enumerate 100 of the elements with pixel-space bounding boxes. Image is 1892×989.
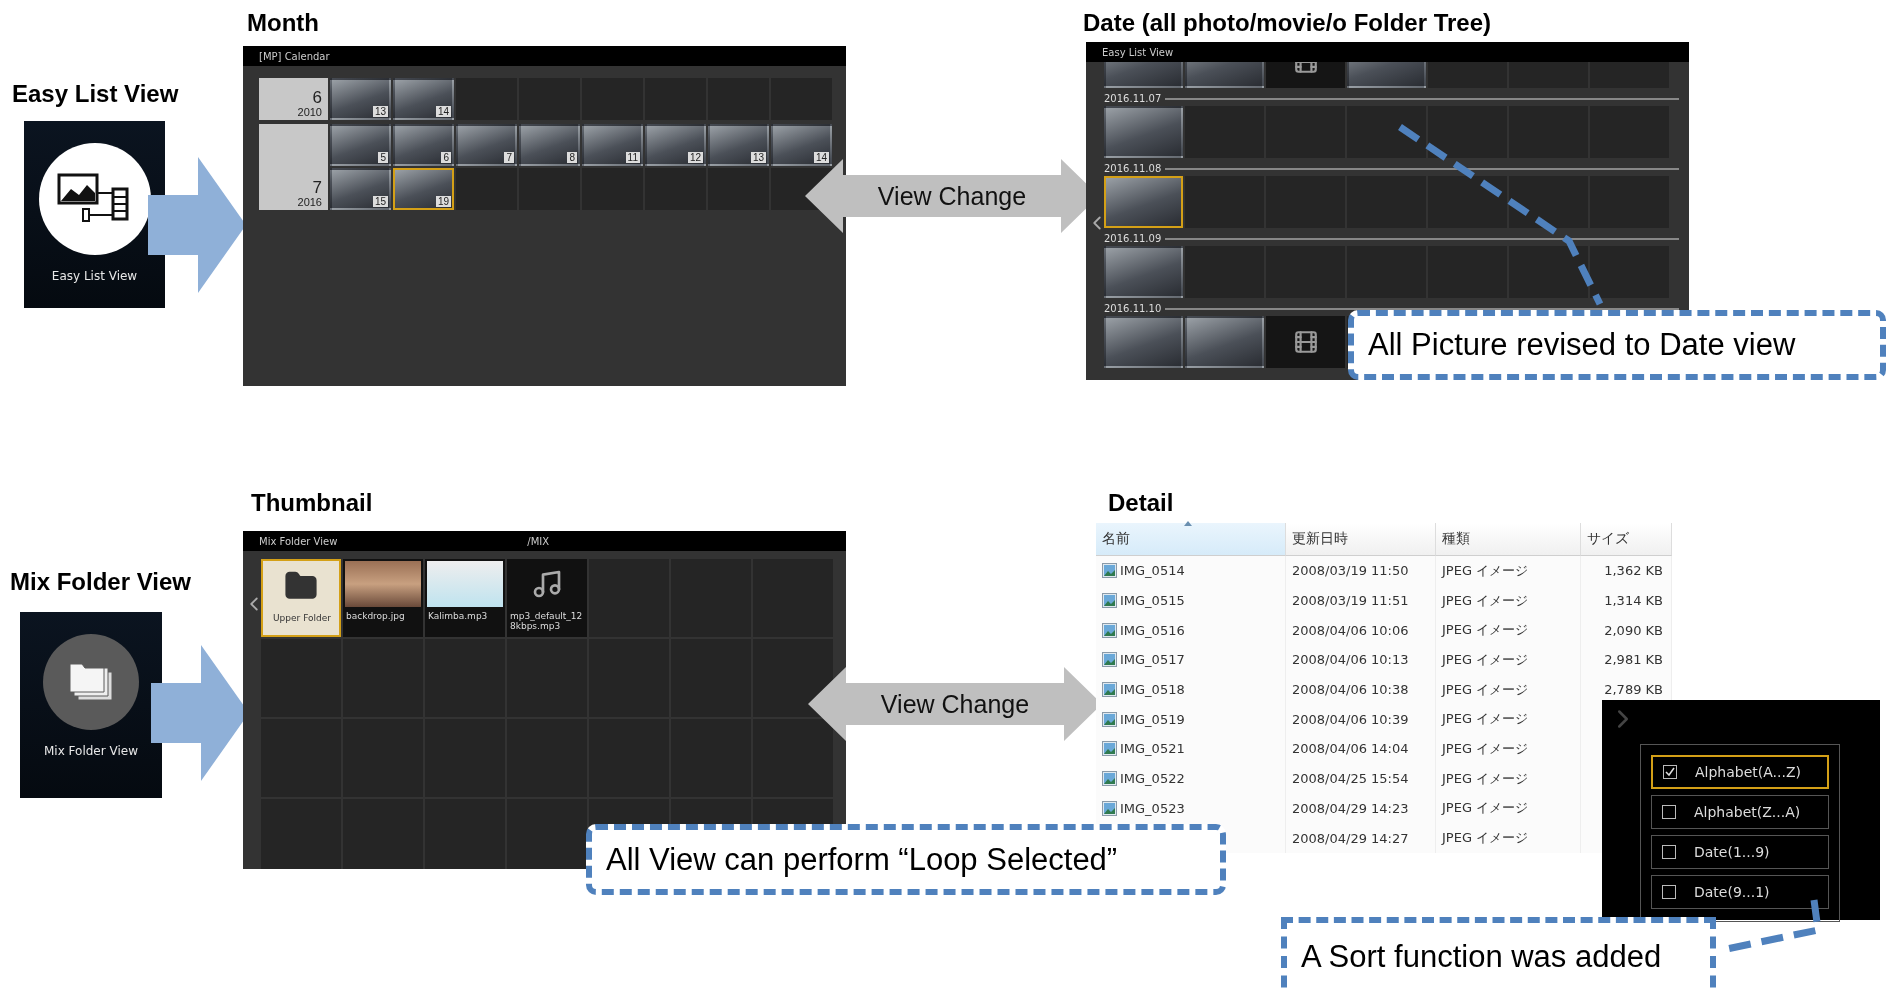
- file-name: Kalimba.mp3: [427, 611, 489, 621]
- tile-label: Easy List View: [51, 269, 138, 283]
- file-item[interactable]: mp3_default_128kbps.mp3: [507, 559, 587, 637]
- photo-placeholder[interactable]: 14: [393, 78, 454, 120]
- table-cell: 2008/03/19 11:50: [1292, 563, 1409, 579]
- table-cell: 2008/04/06 10:39: [1292, 711, 1409, 727]
- table-cell: 2008/04/29 14:23: [1292, 800, 1409, 816]
- table-cell: 2008/03/19 11:51: [1292, 593, 1409, 609]
- folder-path: /MIX: [527, 535, 550, 547]
- file-name: IMG_0516: [1120, 622, 1185, 638]
- table-cell: 2008/04/06 14:04: [1292, 741, 1409, 757]
- month-number: 7: [312, 179, 322, 196]
- sort-caret-icon: [1184, 521, 1192, 526]
- table-cell: JPEG イメージ: [1442, 769, 1529, 788]
- photo-placeholder[interactable]: 15: [330, 168, 391, 210]
- checkbox[interactable]: [1662, 805, 1676, 819]
- image-file-icon: [1102, 800, 1117, 816]
- table-cell: JPEG イメージ: [1442, 680, 1529, 699]
- photo-placeholder[interactable]: 19: [393, 168, 454, 210]
- year-number: 2016: [297, 196, 322, 208]
- file-item[interactable]: Upper Folder: [261, 559, 341, 637]
- file-item[interactable]: backdrop.jpg: [343, 559, 423, 637]
- table-cell: 2,090 KB: [1604, 622, 1663, 638]
- app-tile[interactable]: Easy List View: [24, 121, 165, 308]
- date-label: 2016.11.10: [1104, 303, 1162, 314]
- file-name: IMG_0521: [1120, 741, 1185, 757]
- photo-placeholder[interactable]: 6: [393, 124, 454, 166]
- day-number: 13: [750, 152, 766, 163]
- date-label: 2016.11.07: [1104, 93, 1162, 104]
- folders-icon: [68, 662, 114, 702]
- photo-placeholder[interactable]: 13: [330, 78, 391, 120]
- table-cell: JPEG イメージ: [1442, 710, 1529, 729]
- file-name: IMG_0522: [1120, 771, 1185, 787]
- column-header[interactable]: 種類: [1436, 523, 1581, 556]
- checkbox[interactable]: [1662, 845, 1676, 859]
- image-file-icon: [1102, 771, 1117, 787]
- arrow-label: View Change: [877, 181, 1027, 211]
- tile-label: Mix Folder View: [44, 744, 138, 758]
- checkbox[interactable]: [1663, 765, 1677, 779]
- photo-placeholder[interactable]: 11: [582, 124, 643, 166]
- file-name: IMG_0518: [1120, 682, 1185, 698]
- sort-option[interactable]: Alphabet(A...Z): [1651, 755, 1829, 789]
- sort-option[interactable]: Date(9...1): [1651, 875, 1829, 909]
- sort-option[interactable]: Date(1...9): [1651, 835, 1829, 869]
- column-header[interactable]: 更新日時: [1286, 523, 1436, 556]
- file-name: backdrop.jpg: [345, 611, 406, 621]
- day-number: 11: [625, 152, 640, 163]
- table-cell: JPEG イメージ: [1442, 739, 1529, 758]
- table-cell: JPEG イメージ: [1442, 829, 1529, 848]
- year-number: 2010: [297, 106, 322, 118]
- image-file-icon: [1102, 711, 1117, 727]
- callout-text: A Sort function was added: [1301, 939, 1662, 975]
- photo-placeholder[interactable]: [1104, 246, 1183, 298]
- sort-option[interactable]: Alphabet(Z...A): [1651, 795, 1829, 829]
- photo-placeholder[interactable]: [1104, 316, 1183, 368]
- photo-placeholder[interactable]: [1104, 106, 1183, 158]
- image-file-icon: [1102, 682, 1117, 698]
- window-title: Mix Folder View: [259, 535, 338, 547]
- day-number: 8: [567, 152, 577, 163]
- column-header[interactable]: 名前: [1096, 523, 1286, 556]
- window-title: Easy List View: [1102, 46, 1174, 58]
- month-number: 6: [312, 89, 322, 106]
- checkbox[interactable]: [1662, 885, 1676, 899]
- photo-placeholder[interactable]: 8: [519, 124, 580, 166]
- section-heading: Mix Folder View: [10, 568, 191, 596]
- photo-placeholder[interactable]: 13: [708, 124, 769, 166]
- callout-text: All Picture revised to Date view: [1368, 327, 1796, 363]
- day-number: 5: [378, 152, 388, 163]
- file-name: IMG_0515: [1120, 593, 1185, 609]
- photo-placeholder[interactable]: 7: [456, 124, 517, 166]
- table-cell: 2008/04/25 15:54: [1292, 771, 1409, 787]
- image-file-icon: [1102, 652, 1117, 668]
- day-number: 19: [435, 196, 451, 207]
- section-heading: Easy List View: [12, 80, 179, 108]
- file-name: IMG_0514: [1120, 563, 1185, 579]
- file-name: IMG_0519: [1120, 711, 1185, 727]
- day-number: 14: [813, 152, 829, 163]
- table-cell: JPEG イメージ: [1442, 799, 1529, 818]
- photo-placeholder[interactable]: 5: [330, 124, 391, 166]
- date-label: 2016.11.09: [1104, 233, 1162, 244]
- table-cell: JPEG イメージ: [1442, 650, 1529, 669]
- table-cell: JPEG イメージ: [1442, 591, 1529, 610]
- video-thumbnail[interactable]: [1266, 316, 1345, 368]
- table-cell: 2,789 KB: [1604, 682, 1663, 698]
- file-item[interactable]: Kalimba.mp3: [425, 559, 505, 637]
- photo-placeholder[interactable]: [1104, 176, 1183, 228]
- column-header[interactable]: サイズ: [1581, 523, 1672, 556]
- date-label: 2016.11.08: [1104, 163, 1162, 174]
- app-tile[interactable]: Mix Folder View: [20, 612, 162, 798]
- callout-text: All View can perform “Loop Selected”: [606, 841, 1118, 878]
- photo-placeholder[interactable]: [1185, 316, 1264, 368]
- image-file-icon: [1102, 622, 1117, 638]
- photo-placeholder[interactable]: 12: [645, 124, 706, 166]
- table-cell: JPEG イメージ: [1442, 621, 1529, 640]
- table-cell: 1,314 KB: [1604, 593, 1663, 609]
- photo-placeholder[interactable]: 14: [771, 124, 832, 166]
- file-name: IMG_0523: [1120, 800, 1185, 816]
- table-cell: 2008/04/29 14:27: [1292, 830, 1409, 846]
- window-title: [MP] Calendar: [259, 50, 330, 62]
- day-number: 7: [504, 152, 514, 163]
